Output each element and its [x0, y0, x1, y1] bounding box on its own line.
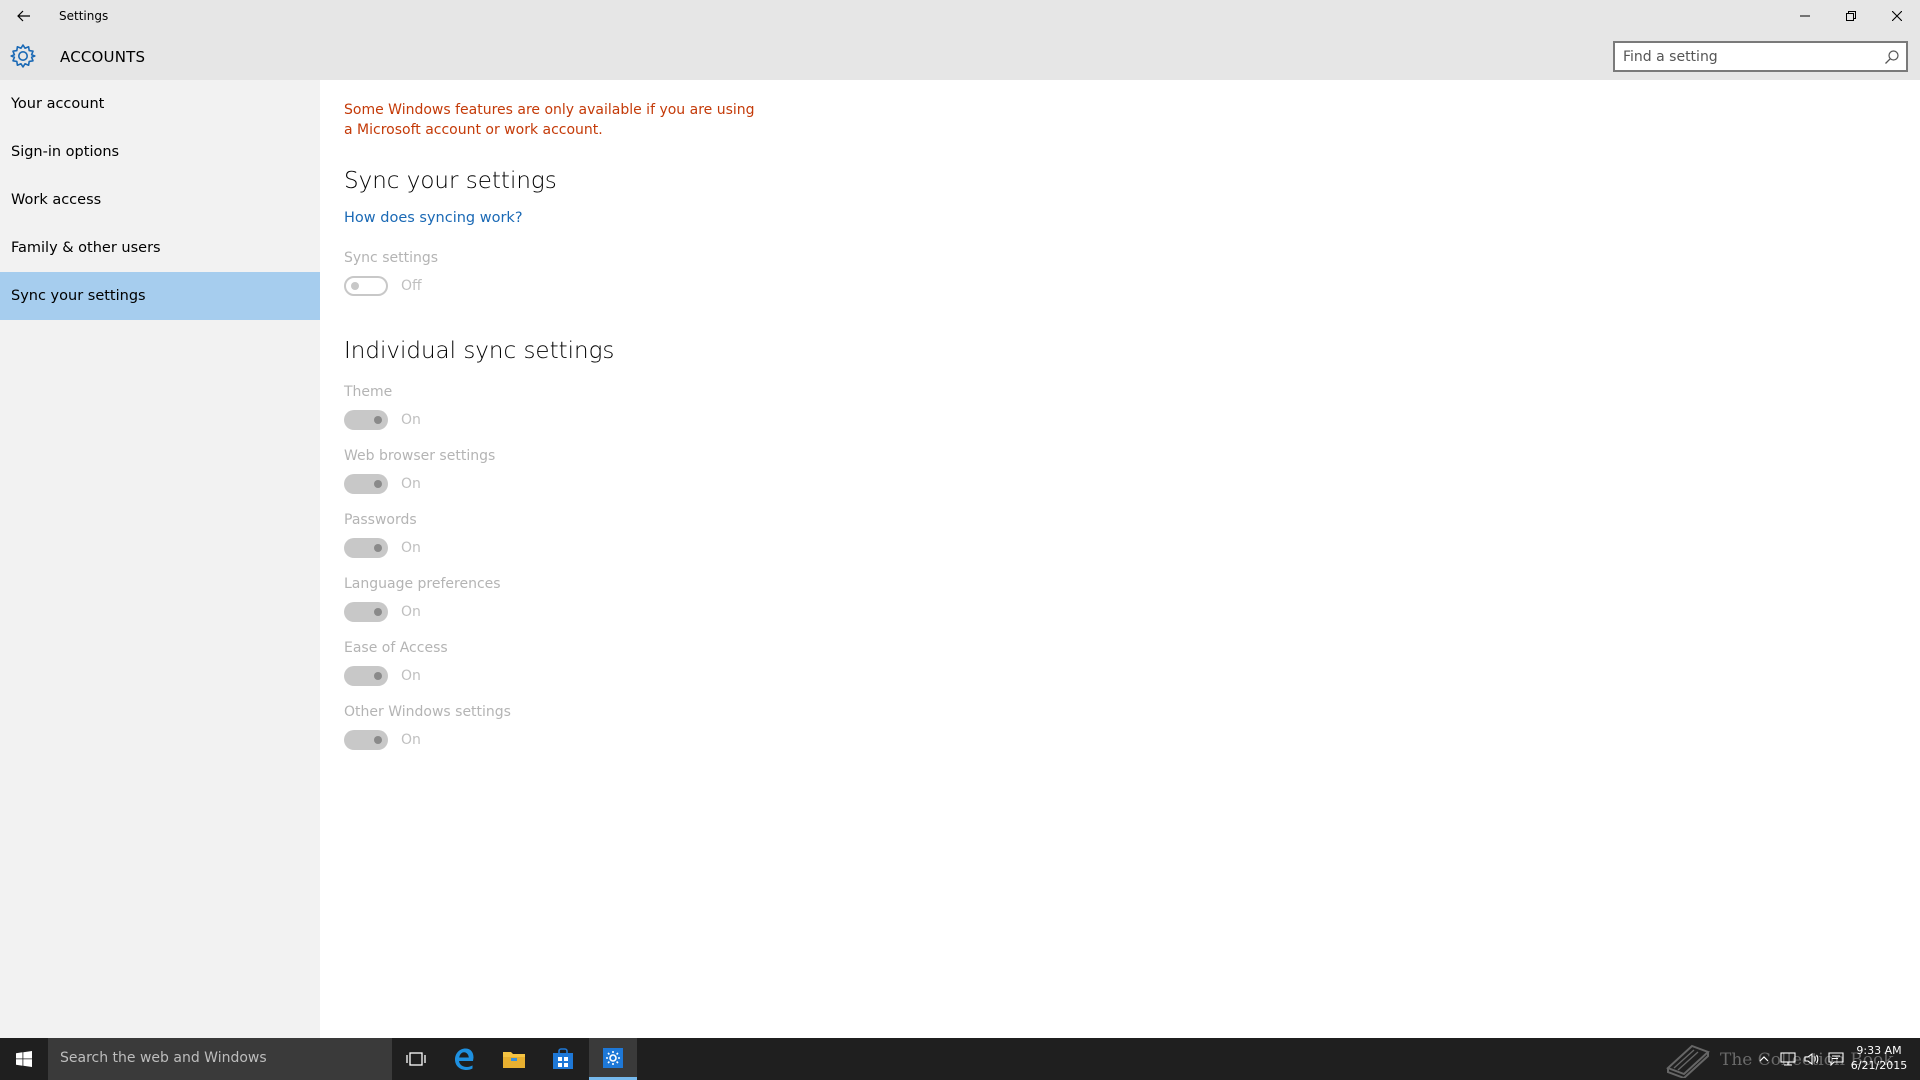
toggle-knob [374, 672, 382, 680]
windows-logo-icon [16, 1051, 32, 1067]
notification-icon [1828, 1052, 1844, 1066]
ease-of-access-toggle-row: On [344, 666, 1894, 686]
other-windows-setting: Other Windows settings On [344, 704, 1894, 750]
ease-of-access-state: On [401, 668, 421, 684]
speaker-icon [1804, 1052, 1819, 1066]
file-explorer-button[interactable] [490, 1038, 538, 1080]
other-windows-toggle[interactable] [344, 730, 388, 750]
passwords-setting: Passwords On [344, 512, 1894, 558]
show-hidden-icons-button[interactable] [1752, 1038, 1776, 1080]
window-controls [1782, 0, 1920, 32]
passwords-state: On [401, 540, 421, 556]
edge-button[interactable] [440, 1038, 488, 1080]
close-button[interactable] [1874, 0, 1920, 32]
theme-toggle[interactable] [344, 410, 388, 430]
taskbar: Search the web and Windows The Collectio… [0, 1038, 1920, 1080]
back-button[interactable] [0, 0, 48, 32]
system-tray [1752, 1038, 1848, 1080]
search-icon[interactable] [1884, 49, 1900, 65]
toggle-knob [374, 736, 382, 744]
passwords-label: Passwords [344, 512, 417, 528]
account-warning: Some Windows features are only available… [344, 102, 755, 138]
theme-state: On [401, 412, 421, 428]
taskbar-search[interactable]: Search the web and Windows [48, 1038, 392, 1080]
individual-sync-heading: Individual sync settings [344, 338, 615, 364]
sync-settings-toggle-row: Off [344, 276, 1894, 296]
other-windows-toggle-row: On [344, 730, 1894, 750]
window-title: Settings [59, 9, 109, 23]
toggle-knob [374, 416, 382, 424]
edge-browser-icon [455, 1048, 474, 1070]
main-content: Some Windows features are only available… [344, 80, 1894, 750]
how-syncing-works-link[interactable]: How does syncing work? [344, 210, 523, 226]
book-icon [1666, 1044, 1710, 1078]
toggle-knob [374, 608, 382, 616]
clock-date: 6/21/2015 [1850, 1059, 1908, 1072]
web-browser-state: On [401, 476, 421, 492]
action-center-button[interactable] [1824, 1038, 1848, 1080]
close-icon [1892, 11, 1902, 21]
search-input[interactable] [1623, 47, 1873, 67]
sidebar-item-sync-your-settings[interactable]: Sync your settings [0, 272, 320, 320]
sync-heading: Sync your settings [344, 168, 557, 194]
section-title: ACCOUNTS [60, 48, 146, 66]
sidebar-item-your-account[interactable]: Your account [0, 80, 320, 128]
minimize-button[interactable] [1782, 0, 1828, 32]
other-windows-label: Other Windows settings [344, 704, 511, 720]
restore-button[interactable] [1828, 0, 1874, 32]
sidebar-item-work-access[interactable]: Work access [0, 176, 320, 224]
toggle-knob [374, 480, 382, 488]
language-toggle-row: On [344, 602, 1894, 622]
web-browser-toggle[interactable] [344, 474, 388, 494]
language-state: On [401, 604, 421, 620]
toggle-knob [374, 544, 382, 552]
web-browser-toggle-row: On [344, 474, 1894, 494]
sync-settings-label: Sync settings [344, 250, 439, 266]
theme-label: Theme [344, 384, 393, 400]
settings-gear-icon [603, 1047, 623, 1068]
back-arrow-icon [17, 10, 30, 22]
sync-settings-group: Sync settings Off [344, 250, 1894, 296]
title-bar: Settings [0, 0, 1920, 32]
taskbar-clock[interactable]: 9:33 AM 6/21/2015 [1848, 1043, 1910, 1073]
passwords-toggle-row: On [344, 538, 1894, 558]
taskbar-search-text: Search the web and Windows [60, 1050, 267, 1066]
toggle-knob [351, 282, 359, 290]
sync-settings-toggle[interactable] [344, 276, 388, 296]
restore-icon [1846, 11, 1856, 21]
ease-of-access-setting: Ease of Access On [344, 640, 1894, 686]
passwords-toggle[interactable] [344, 538, 388, 558]
web-browser-setting: Web browser settings On [344, 448, 1894, 494]
find-setting-search[interactable] [1613, 41, 1908, 72]
individual-sync-list: Theme On Web browser settings On Passwor… [344, 384, 1894, 750]
sidebar-nav: Your account Sign-in options Work access… [0, 80, 320, 1038]
language-label: Language preferences [344, 576, 501, 592]
language-toggle[interactable] [344, 602, 388, 622]
settings-header: ACCOUNTS [0, 32, 1920, 80]
theme-setting: Theme On [344, 384, 1894, 430]
theme-toggle-row: On [344, 410, 1894, 430]
settings-taskbar-button[interactable] [589, 1038, 637, 1080]
start-button[interactable] [0, 1038, 48, 1080]
gear-icon [10, 44, 36, 68]
task-view-icon [406, 1052, 426, 1066]
network-icon [1780, 1052, 1796, 1066]
volume-button[interactable] [1800, 1038, 1824, 1080]
web-browser-label: Web browser settings [344, 448, 496, 464]
ease-of-access-toggle[interactable] [344, 666, 388, 686]
language-setting: Language preferences On [344, 576, 1894, 622]
chevron-up-icon [1759, 1056, 1769, 1062]
network-button[interactable] [1776, 1038, 1800, 1080]
clock-time: 9:33 AM [1856, 1044, 1902, 1057]
sidebar-item-sign-in-options[interactable]: Sign-in options [0, 128, 320, 176]
folder-icon [503, 1052, 525, 1068]
other-windows-state: On [401, 732, 421, 748]
sync-settings-state: Off [401, 278, 422, 294]
store-button[interactable] [539, 1038, 587, 1080]
minimize-icon [1800, 15, 1810, 17]
store-bag-icon [553, 1048, 573, 1069]
ease-of-access-label: Ease of Access [344, 640, 448, 656]
task-view-button[interactable] [392, 1038, 440, 1080]
sidebar-item-family-other-users[interactable]: Family & other users [0, 224, 320, 272]
